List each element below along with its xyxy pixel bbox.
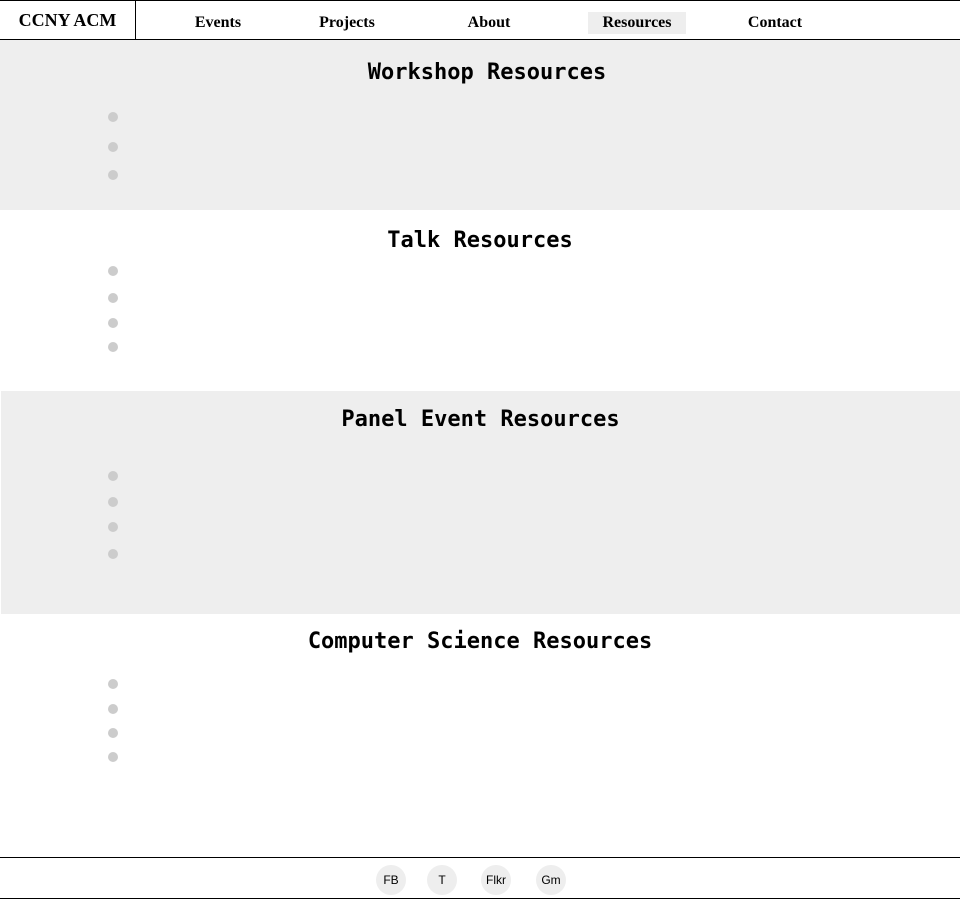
list-item-bullet (108, 170, 118, 180)
list-item-bullet (108, 522, 118, 532)
nav-link-about[interactable]: About (452, 12, 526, 34)
panel-event-resources-section: Panel Event Resources (1, 391, 960, 614)
flickr-link[interactable]: Flkr (481, 865, 511, 895)
section-title: Computer Science Resources (307, 629, 653, 654)
facebook-link[interactable]: FB (376, 865, 406, 895)
twitter-link[interactable]: T (427, 865, 457, 895)
page: CCNY ACM Events Projects About Resources… (0, 0, 960, 900)
top-navigation-bar: CCNY ACM Events Projects About Resources… (0, 0, 960, 40)
list-item-bullet (108, 112, 118, 122)
list-item-bullet (108, 266, 118, 276)
list-item-bullet (108, 704, 118, 714)
nav-link-resources[interactable]: Resources (588, 12, 686, 34)
list-item-bullet (108, 471, 118, 481)
list-item-bullet (108, 142, 118, 152)
list-item-bullet (108, 497, 118, 507)
list-item-bullet (108, 549, 118, 559)
list-item-bullet (108, 318, 118, 328)
nav-link-projects[interactable]: Projects (306, 12, 388, 34)
nav-link-events[interactable]: Events (178, 12, 258, 34)
list-item-bullet (108, 293, 118, 303)
list-item-bullet (108, 342, 118, 352)
workshop-resources-section: Workshop Resources (0, 40, 960, 210)
talk-resources-section: Talk Resources (0, 210, 960, 391)
list-item-bullet (108, 752, 118, 762)
section-title: Panel Event Resources (341, 407, 620, 432)
list-item-bullet (108, 728, 118, 738)
section-title: Workshop Resources (367, 60, 607, 85)
gmail-link[interactable]: Gm (536, 865, 566, 895)
section-title: Talk Resources (387, 228, 573, 253)
computer-science-resources-section: Computer Science Resources (0, 614, 960, 857)
footer: FB T Flkr Gm (0, 857, 960, 899)
nav-link-contact[interactable]: Contact (734, 12, 816, 34)
brand-logo-link[interactable]: CCNY ACM (0, 1, 136, 40)
list-item-bullet (108, 679, 118, 689)
